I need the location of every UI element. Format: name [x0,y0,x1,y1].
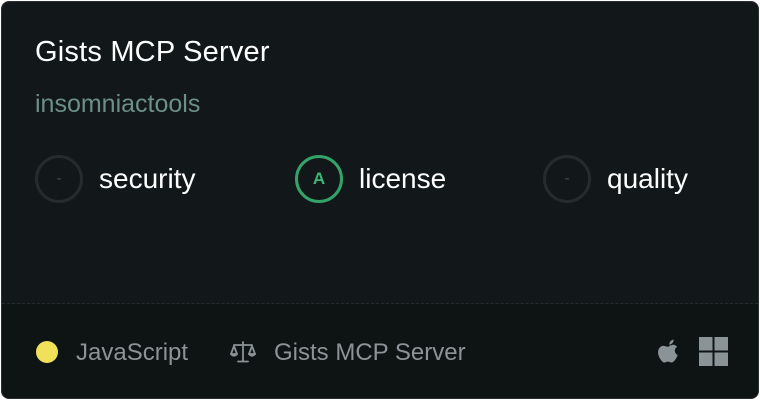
server-card[interactable]: Gists MCP Server insomniactools - securi… [1,1,759,399]
quality-grade-badge: - [543,155,591,203]
license-score-label: license [359,163,447,194]
language-color-dot [36,341,58,363]
license-grade-badge: A [295,155,343,203]
server-title[interactable]: Gists MCP Server [35,36,270,69]
quality-score: - quality [543,155,688,203]
security-grade-badge: - [35,155,83,203]
security-score-label: security [99,163,196,194]
quality-score-label: quality [607,163,688,194]
windows-icon [699,337,728,366]
apple-icon [658,339,678,363]
scale-icon [230,341,256,363]
security-score: - security [35,155,195,203]
license-score: A license [295,155,446,203]
card-footer: JavaScript Gists MCP Server [2,304,758,398]
author-name[interactable]: insomniactools [35,90,200,119]
license-name: Gists MCP Server [274,339,466,366]
language-label: JavaScript [76,339,189,366]
